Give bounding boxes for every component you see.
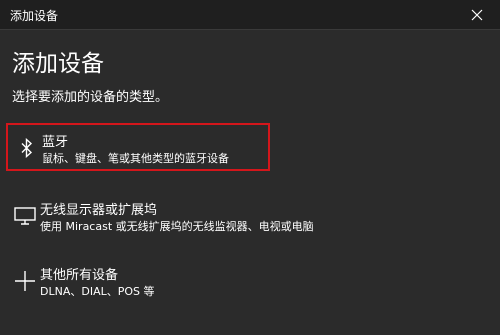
page-subtitle: 选择要添加的设备的类型。 [12,90,169,105]
window-title: 添加设备 [10,9,59,23]
option-title: 无线显示器或扩展坞 [40,203,158,218]
monitor-icon [12,203,38,229]
option-other-devices[interactable]: 其他所有设备 DLNA、DIAL、POS 等 [6,258,366,306]
option-description: 鼠标、键盘、笔或其他类型的蓝牙设备 [42,152,229,165]
page-title: 添加设备 [12,51,104,77]
option-title: 其他所有设备 [40,268,119,283]
title-bar: 添加设备 [0,0,500,30]
option-description: DLNA、DIAL、POS 等 [40,285,155,298]
option-bluetooth[interactable]: 蓝牙 鼠标、键盘、笔或其他类型的蓝牙设备 [6,123,270,171]
close-icon [471,9,483,21]
option-wireless-display[interactable]: 无线显示器或扩展坞 使用 Miracast 或无线扩展坞的无线监视器、电视或电脑 [6,193,366,241]
option-title: 蓝牙 [42,135,69,150]
close-button[interactable] [454,0,500,30]
option-description: 使用 Miracast 或无线扩展坞的无线监视器、电视或电脑 [40,220,314,233]
plus-icon [12,268,38,294]
bluetooth-icon [14,135,40,161]
